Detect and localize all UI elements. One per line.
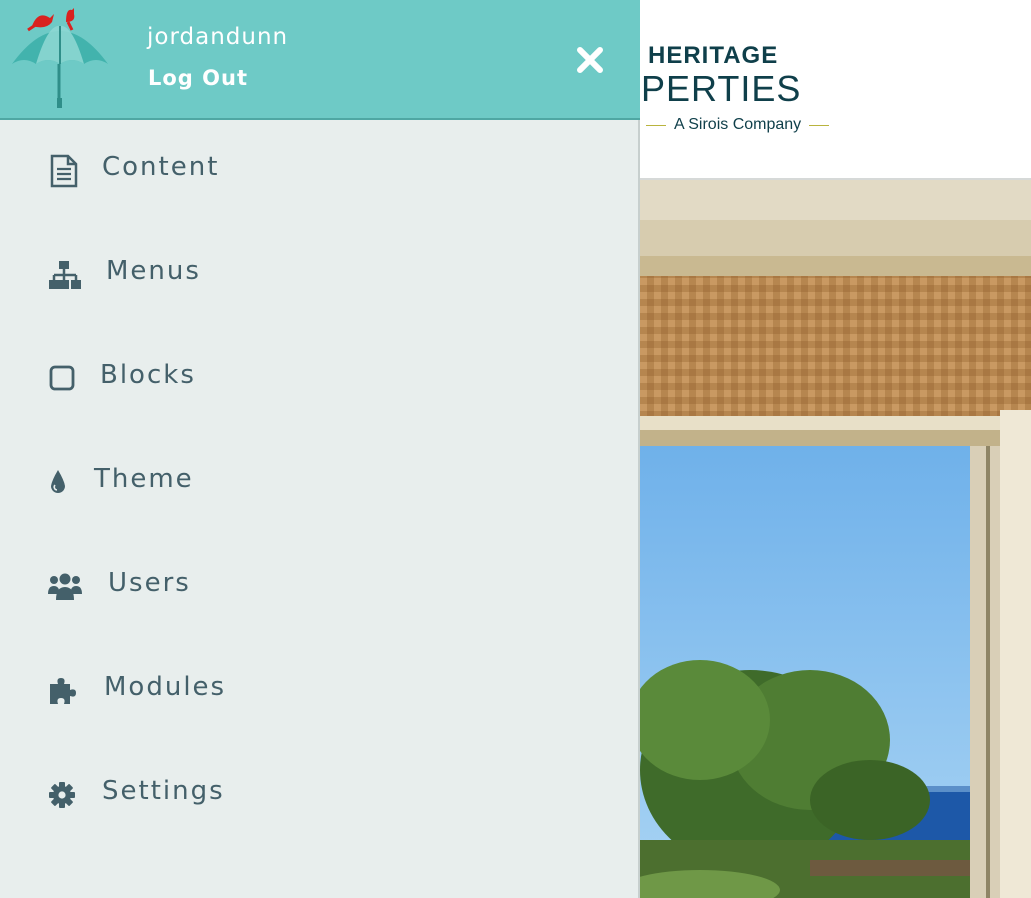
menu-item-settings[interactable]: Settings: [0, 744, 638, 848]
umbrella-birds-logo-icon: [10, 4, 110, 112]
menu-item-label: Blocks: [100, 360, 196, 390]
logo-rule-left: [646, 124, 666, 126]
hero-photo-illustration: [640, 180, 1031, 898]
logo-tagline: A Sirois Company: [638, 116, 837, 134]
menu-item-menus[interactable]: Menus: [0, 224, 638, 328]
users-icon: [48, 570, 82, 604]
menu-item-label: Content: [102, 152, 220, 182]
logo-rule-right: [809, 124, 830, 126]
menu-item-users[interactable]: Users: [0, 536, 638, 640]
menu-item-label: Menus: [106, 256, 201, 286]
menu-item-theme[interactable]: Theme: [0, 432, 638, 536]
logo-tagline-text: A Sirois Company: [674, 116, 802, 133]
menu-item-label: Settings: [102, 776, 225, 806]
droplet-icon: [48, 466, 82, 500]
admin-drawer: jordandunn Log Out Content Menus Blocks …: [0, 0, 640, 898]
menu-item-modules[interactable]: Modules: [0, 640, 638, 744]
gear-icon: [48, 778, 82, 812]
menu-item-label: Users: [108, 568, 191, 598]
drawer-header: jordandunn Log Out: [0, 0, 640, 120]
logout-link[interactable]: Log Out: [148, 66, 248, 90]
close-icon[interactable]: [572, 42, 608, 78]
document-icon: [48, 154, 82, 188]
menu-item-content[interactable]: Content: [0, 120, 638, 224]
square-icon: [48, 362, 82, 396]
menu-item-label: Modules: [104, 672, 227, 702]
menu-item-blocks[interactable]: Blocks: [0, 328, 638, 432]
sitemap-icon: [48, 258, 82, 292]
menu-item-label: Theme: [94, 464, 194, 494]
hero-image: [640, 180, 1031, 898]
puzzle-icon: [48, 674, 82, 708]
username-label: jordandunn: [147, 24, 289, 50]
